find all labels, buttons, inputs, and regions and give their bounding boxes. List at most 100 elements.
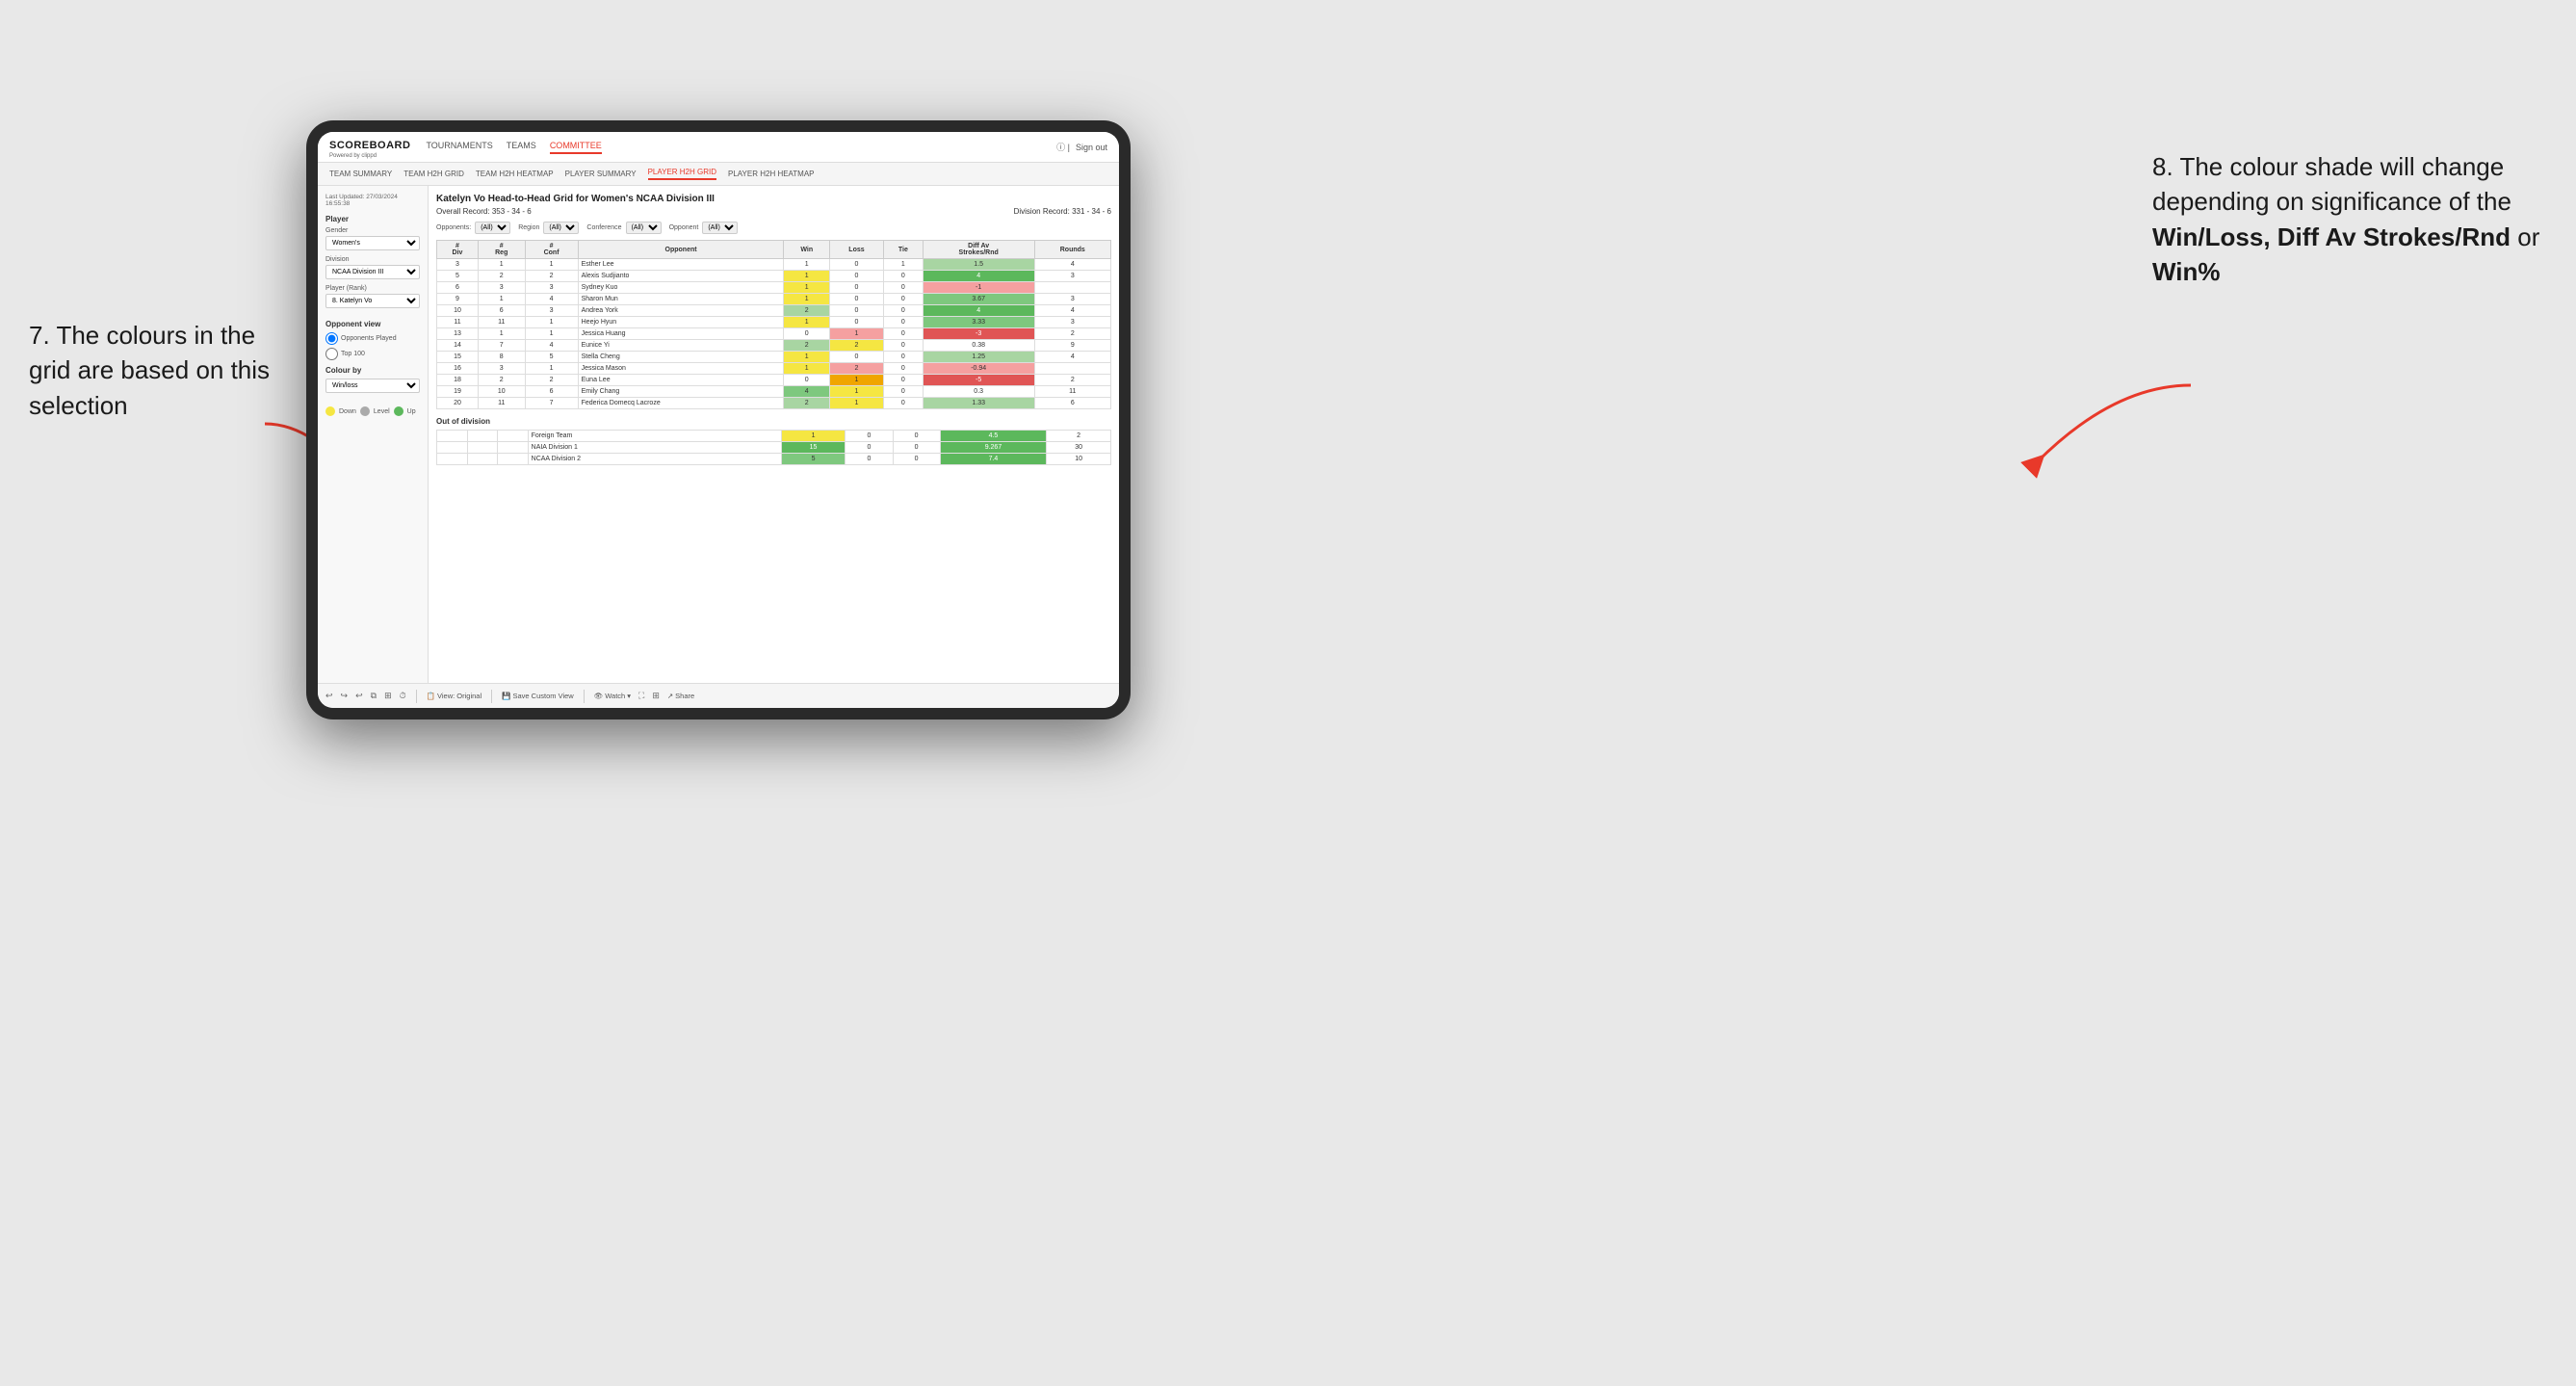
col-div: #Div (437, 241, 479, 259)
out-of-div-title: Out of division (436, 417, 1111, 426)
colour-by-label: Colour by (325, 366, 420, 375)
legend-level-label: Level (374, 408, 390, 415)
nav-right: ⓘ | Sign out (1056, 141, 1107, 153)
gender-label: Gender (325, 227, 420, 234)
col-opponent: Opponent (578, 241, 784, 259)
table-row: 1063Andrea York20044 (437, 305, 1111, 317)
out-div-row: Foreign Team1004.52 (437, 431, 1111, 442)
legend: Down Level Up (325, 406, 420, 416)
h2h-table: #Div #Reg #Conf Opponent Win Loss Tie Di… (436, 240, 1111, 409)
radio-top100[interactable]: Top 100 (325, 348, 420, 360)
opponents-filter: Opponents: (All) (436, 222, 510, 234)
annotation-right: 8. The colour shade will change dependin… (2152, 149, 2557, 290)
arrow-right-icon (1960, 376, 2200, 491)
paste-icon[interactable]: ⊞ (384, 691, 392, 701)
table-row: 1585Stella Cheng1001.254 (437, 352, 1111, 363)
out-of-div-table: Foreign Team1004.52NAIA Division 115009.… (436, 430, 1111, 465)
division-select[interactable]: NCAA Division III (325, 265, 420, 279)
left-panel: Last Updated: 27/03/2024 16:55:38 Player… (318, 186, 429, 683)
nav-bar: SCOREBOARD Powered by clippd TOURNAMENTS… (318, 132, 1119, 163)
colour-by-select[interactable]: Win/loss (325, 379, 420, 393)
sub-nav-player-h2h-grid[interactable]: PLAYER H2H GRID (648, 168, 716, 180)
toolbar-separator3 (584, 690, 585, 703)
table-row: 19106Emily Chang4100.311 (437, 386, 1111, 398)
toolbar-separator2 (491, 690, 492, 703)
expand-icon[interactable]: ⛶ (638, 691, 644, 701)
watch-btn[interactable]: 👁 Watch ▾ (594, 692, 631, 700)
tablet-screen: SCOREBOARD Powered by clippd TOURNAMENTS… (318, 132, 1119, 708)
legend-down-icon (325, 406, 335, 416)
player-rank-label: Player (Rank) (325, 285, 420, 292)
sub-nav-team-h2h-grid[interactable]: TEAM H2H GRID (403, 170, 464, 178)
col-rounds: Rounds (1034, 241, 1110, 259)
col-diff: Diff AvStrokes/Rnd (923, 241, 1034, 259)
table-row: 20117Federica Domecq Lacroze2101.336 (437, 398, 1111, 409)
redo-icon[interactable]: ↪ (341, 691, 349, 701)
annotation-bold1: Win/Loss, Diff Av Strokes/Rnd (2152, 222, 2511, 251)
toolbar-separator (416, 690, 417, 703)
col-conf: #Conf (525, 241, 578, 259)
grid-panel: Katelyn Vo Head-to-Head Grid for Women's… (429, 186, 1119, 683)
tablet-device: SCOREBOARD Powered by clippd TOURNAMENTS… (306, 120, 1131, 719)
logo: SCOREBOARD Powered by clippd (329, 136, 410, 159)
table-row: 1311Jessica Huang010-32 (437, 328, 1111, 340)
legend-down-label: Down (339, 408, 356, 415)
conference-filter: Conference (All) (586, 222, 661, 234)
region-select[interactable]: (All) (543, 222, 579, 234)
legend-up-icon (394, 406, 403, 416)
col-reg: #Reg (478, 241, 525, 259)
share-btn[interactable]: ↗ Share (667, 692, 694, 700)
legend-up-label: Up (407, 408, 416, 415)
table-row: 914Sharon Mun1003.673 (437, 294, 1111, 305)
sub-nav-team-summary[interactable]: TEAM SUMMARY (329, 170, 392, 178)
gender-select[interactable]: Women's (325, 236, 420, 250)
nav-tournaments[interactable]: TOURNAMENTS (426, 141, 492, 154)
table-row: 522Alexis Sudjianto10043 (437, 271, 1111, 282)
opponent-select[interactable]: (All) (702, 222, 738, 234)
out-div-row: NCAA Division 25007.410 (437, 454, 1111, 465)
table-row: 1631Jessica Mason120-0.94 (437, 363, 1111, 375)
view-original-btn[interactable]: 📋 View: Original (427, 692, 481, 700)
record-row: Overall Record: 353 - 34 - 6 Division Re… (436, 207, 1111, 216)
toolbar: ↩ ↪ ↩ ⧉ ⊞ ⏱ 📋 View: Original 💾 Save Cust… (318, 683, 1119, 708)
sub-nav: TEAM SUMMARY TEAM H2H GRID TEAM H2H HEAT… (318, 163, 1119, 186)
radio-opponents-played[interactable]: Opponents Played (325, 332, 420, 345)
annotation-left: 7. The colours in the grid are based on … (29, 318, 299, 423)
grid-icon[interactable]: ⊞ (652, 691, 660, 701)
col-tie: Tie (883, 241, 923, 259)
col-loss: Loss (829, 241, 883, 259)
undo-icon[interactable]: ↩ (325, 691, 333, 701)
table-row: 11111Heejo Hyun1003.333 (437, 317, 1111, 328)
clock-icon[interactable]: ⏱ (400, 691, 406, 701)
col-win: Win (784, 241, 829, 259)
nav-items: TOURNAMENTS TEAMS COMMITTEE (426, 141, 601, 154)
table-row: 1822Euna Lee010-52 (437, 375, 1111, 386)
save-custom-view-btn[interactable]: 💾 Save Custom View (502, 692, 574, 700)
main-content: Last Updated: 27/03/2024 16:55:38 Player… (318, 186, 1119, 683)
division-label: Division (325, 256, 420, 263)
conference-select[interactable]: (All) (626, 222, 662, 234)
legend-level-icon (360, 406, 370, 416)
out-div-row: NAIA Division 115009.26730 (437, 442, 1111, 454)
sign-out-link[interactable]: Sign out (1076, 143, 1107, 152)
filter-row: Opponents: (All) Region (All) Conference… (436, 222, 1111, 234)
grid-title: Katelyn Vo Head-to-Head Grid for Women's… (436, 194, 1111, 204)
sub-nav-player-summary[interactable]: PLAYER SUMMARY (565, 170, 637, 178)
table-row: 311Esther Lee1011.54 (437, 259, 1111, 271)
table-row: 1474Eunice Yi2200.389 (437, 340, 1111, 352)
annotation-bold2: Win% (2152, 257, 2221, 286)
player-section-title: Player (325, 215, 420, 223)
table-row: 633Sydney Kuo100-1 (437, 282, 1111, 294)
opponent-view-label: Opponent view (325, 320, 420, 328)
player-rank-select[interactable]: 8. Katelyn Vo (325, 294, 420, 308)
sub-nav-player-h2h-heatmap[interactable]: PLAYER H2H HEATMAP (728, 170, 815, 178)
nav-teams[interactable]: TEAMS (507, 141, 536, 154)
forward-icon[interactable]: ↩ (355, 691, 363, 701)
copy-icon[interactable]: ⧉ (371, 691, 377, 701)
opponents-select[interactable]: (All) (475, 222, 510, 234)
nav-committee[interactable]: COMMITTEE (550, 141, 602, 154)
region-filter: Region (All) (518, 222, 579, 234)
last-updated: Last Updated: 27/03/2024 16:55:38 (325, 194, 420, 207)
sub-nav-team-h2h-heatmap[interactable]: TEAM H2H HEATMAP (476, 170, 554, 178)
opponent-filter: Opponent (All) (669, 222, 739, 234)
